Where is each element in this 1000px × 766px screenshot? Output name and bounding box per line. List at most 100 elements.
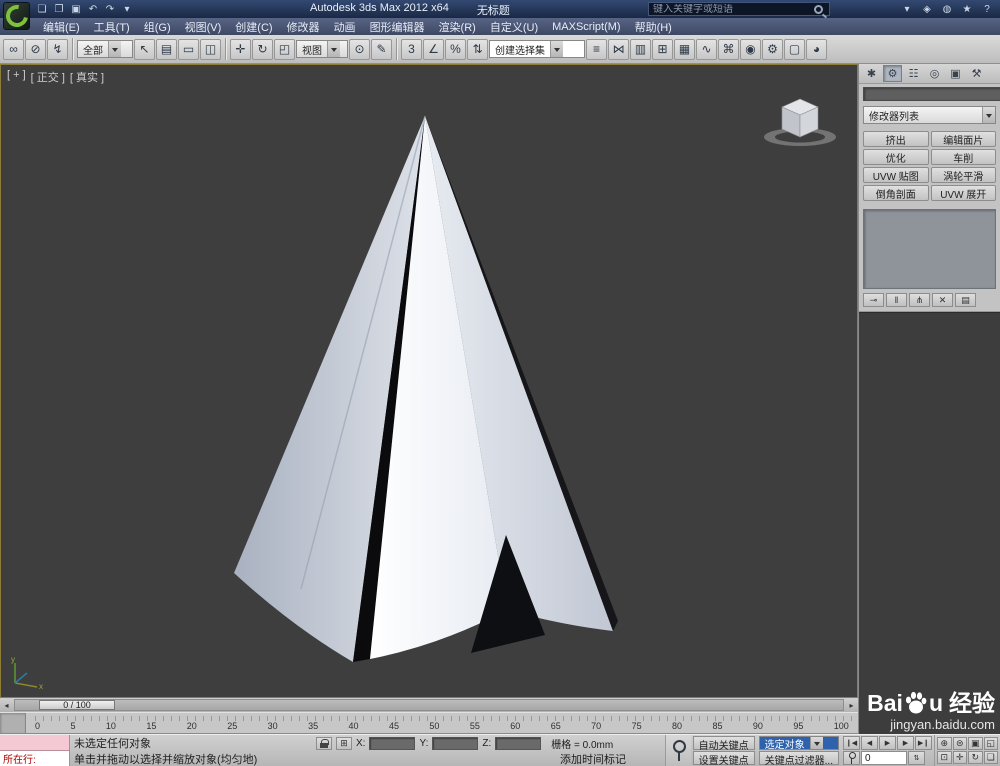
remove-modifier-icon[interactable]: ✕ [932,293,953,307]
redo-icon[interactable]: ↷ [102,2,118,16]
set-key-button[interactable]: 设置关键点 [692,751,755,766]
align-icon[interactable]: ▥ [630,38,651,60]
undo-icon[interactable]: ↶ [85,2,101,16]
zoom-extents-icon[interactable]: ▣ [968,737,983,750]
modifier-optimize-button[interactable]: 优化 [863,149,929,165]
select-and-rotate-icon[interactable]: ↻ [252,38,273,60]
menu-rendering[interactable]: 渲染(R) [432,18,483,36]
help-icon[interactable]: ? [979,2,995,16]
unlink-selection-icon[interactable]: ⊘ [25,38,46,60]
time-slider-track[interactable]: 0 / 100 [14,699,844,711]
select-and-move-icon[interactable]: ✛ [230,38,251,60]
modifier-lathe-button[interactable]: 车削 [930,149,996,165]
reference-coordinate-combo[interactable]: 视图 [296,40,348,58]
y-coordinate-field[interactable] [432,736,479,750]
tab-utilities[interactable]: ⚒ [967,65,986,82]
modifier-turbosmooth-button[interactable]: 涡轮平滑 [930,167,996,183]
set-keys-big-button[interactable] [664,735,691,766]
quick-access-dropdown-icon[interactable]: ▾ [119,2,135,16]
percent-snap-icon[interactable]: % [445,38,466,60]
tab-motion[interactable]: ◎ [925,65,944,82]
zoom-icon[interactable]: ⊕ [937,737,952,750]
modifier-edit-patch-button[interactable]: 编辑面片 [930,131,996,147]
next-frame-icon[interactable]: ▶ [897,736,914,750]
key-filters-button[interactable]: 关键点过滤器... [758,751,839,766]
pan-icon[interactable]: ✛ [952,751,967,764]
make-unique-icon[interactable]: ⋔ [909,293,930,307]
save-file-icon[interactable]: ▣ [68,2,84,16]
app-logo-icon[interactable] [3,2,30,30]
menu-animation[interactable]: 动画 [327,18,363,36]
modifier-uvw-map-button[interactable]: UVW 贴图 [863,167,929,183]
menu-edit[interactable]: 编辑(E) [36,18,87,36]
orbit-icon[interactable]: ↻ [968,751,983,764]
menu-views[interactable]: 视图(V) [178,18,229,36]
viewport-pov-menu[interactable]: [ 正交 ] [31,69,65,85]
view-cube[interactable] [755,81,845,151]
tab-display[interactable]: ▣ [946,65,965,82]
zoom-extents-all-icon[interactable]: ◱ [983,737,998,750]
go-to-start-icon[interactable]: ❙◀ [843,736,860,750]
maximize-viewport-icon[interactable]: ❏ [983,751,998,764]
zoom-region-icon[interactable]: ⊡ [937,751,952,764]
show-end-result-icon[interactable]: ‖ [886,293,907,307]
graphite-ribbon-icon[interactable]: ▦ [674,38,695,60]
configure-modifier-sets-icon[interactable]: ▤ [955,293,976,307]
play-animation-icon[interactable]: ▶ [879,736,896,750]
subscription-center-icon[interactable]: ◈ [919,2,935,16]
key-mode-toggle-icon[interactable] [843,751,860,765]
go-to-end-icon[interactable]: ▶❙ [915,736,932,750]
time-slider[interactable]: ◂ 0 / 100 ▸ [0,698,858,712]
tab-hierarchy[interactable]: ☷ [904,65,923,82]
select-object-icon[interactable]: ↖ [134,38,155,60]
select-and-manipulate-icon[interactable]: ✎ [371,38,392,60]
macro-recorder-line[interactable] [0,735,69,751]
key-mode-combo[interactable]: 选定对象 [758,736,839,751]
modifier-extrude-button[interactable]: 挤出 [863,131,929,147]
curve-editor-icon[interactable]: ∿ [696,38,717,60]
add-time-tag-button[interactable]: 添加时间标记 [560,751,626,766]
pin-stack-icon[interactable]: ⊸ [863,293,884,307]
select-and-scale-icon[interactable]: ◰ [274,38,295,60]
modifier-stack[interactable] [863,209,996,289]
search-input[interactable] [649,3,814,15]
select-and-link-icon[interactable]: ∞ [3,38,24,60]
tab-create[interactable]: ✱ [862,65,881,82]
angle-snap-icon[interactable]: ∠ [423,38,444,60]
time-slider-handle[interactable]: 0 / 100 [39,700,115,710]
menu-graph-editors[interactable]: 图形编辑器 [363,18,432,36]
bind-to-space-warp-icon[interactable]: ↯ [47,38,68,60]
track-bar-selector[interactable] [0,713,26,733]
render-production-icon[interactable]: ◕ [806,38,827,60]
select-by-name-icon[interactable]: ▤ [156,38,177,60]
z-coordinate-field[interactable] [495,736,542,750]
rendered-frame-icon[interactable]: ▢ [784,38,805,60]
menu-tools[interactable]: 工具(T) [87,18,137,36]
new-scene-icon[interactable]: ❏ [34,2,50,16]
layer-manager-icon[interactable]: ⊞ [652,38,673,60]
time-slider-prev-icon[interactable]: ◂ [0,701,13,710]
time-slider-next-icon[interactable]: ▸ [845,701,858,710]
auto-key-button[interactable]: 自动关键点 [692,736,755,752]
communication-center-icon[interactable]: ◍ [939,2,955,16]
selection-filter-combo[interactable]: 全部 [77,40,133,58]
zoom-all-icon[interactable]: ⊜ [952,737,967,750]
named-selection-sets-combo[interactable]: 创建选择集 [489,40,585,58]
render-setup-icon[interactable]: ⚙ [762,38,783,60]
menu-help[interactable]: 帮助(H) [628,18,679,36]
window-crossing-icon[interactable]: ◫ [200,38,221,60]
modifier-bevel-profile-button[interactable]: 倒角剖面 [863,185,929,201]
schematic-view-icon[interactable]: ⌘ [718,38,739,60]
previous-frame-icon[interactable]: ◀ [861,736,878,750]
viewport-orthographic[interactable]: [ + ] [ 正交 ] [ 真实 ] y x [0,64,858,698]
open-file-icon[interactable]: ❐ [51,2,67,16]
current-frame-field[interactable] [861,751,907,765]
edit-named-selection-sets-icon[interactable]: ≡ [586,38,607,60]
modifier-unwrap-uvw-button[interactable]: UVW 展开 [930,185,996,201]
track-bar[interactable]: 0 5 10 15 20 25 30 35 40 45 50 55 60 65 70 75 80 85 90 95 10… [0,712,858,734]
search-icon[interactable] [814,4,823,14]
menu-create[interactable]: 创建(C) [228,18,279,36]
modifier-list-dropdown[interactable]: 修改器列表 [863,106,996,124]
menu-modifiers[interactable]: 修改器 [280,18,327,36]
spinner-snap-icon[interactable]: ⇅ [467,38,488,60]
